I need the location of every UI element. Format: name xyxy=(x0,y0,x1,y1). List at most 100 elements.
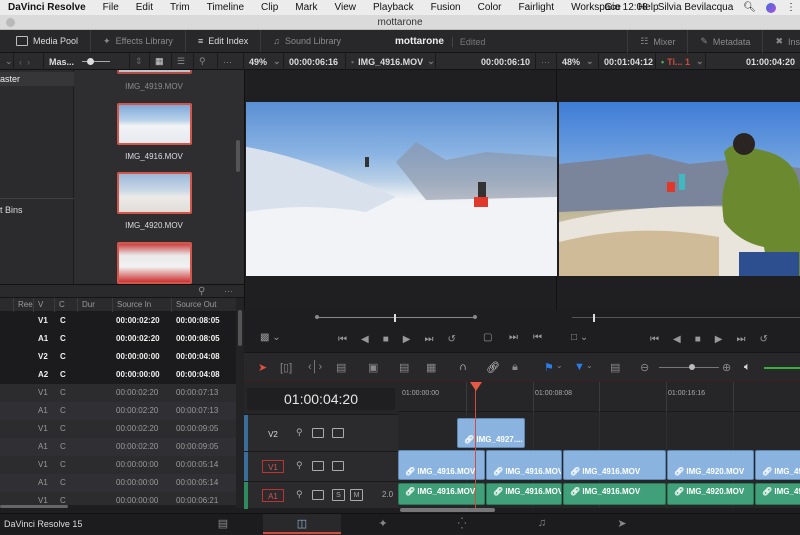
mark-out-icon[interactable]: ⏭ xyxy=(509,332,518,343)
clip-name[interactable]: IMG_4916.MOV xyxy=(94,152,214,161)
edit-index-button[interactable]: ≡ Edit Index xyxy=(186,30,262,52)
reverse-icon[interactable]: ◀ xyxy=(673,334,681,345)
overwrite-clip-icon[interactable]: ▤ xyxy=(399,361,409,374)
blade-tool-icon[interactable]: ▤ xyxy=(336,361,346,374)
menu-mark[interactable]: Mark xyxy=(295,2,317,13)
loop-icon[interactable]: ↺ xyxy=(447,334,455,345)
jump-end-icon[interactable]: ⏭ xyxy=(736,334,745,345)
selection-tool-icon[interactable]: ➤ xyxy=(258,361,267,374)
menu-edit[interactable]: Edit xyxy=(136,2,153,13)
source-clip-dropdown[interactable]: • IMG_4916.MOV ⌄ xyxy=(346,53,436,70)
track-header-v2[interactable]: V2 ⚲ xyxy=(244,414,398,452)
volume-meter[interactable] xyxy=(764,367,800,369)
bin-selector[interactable]: Mas... xyxy=(44,53,130,70)
clip-thumbnail[interactable] xyxy=(117,172,192,214)
snapping-icon[interactable]: ∩ xyxy=(459,361,467,373)
col-c[interactable]: C xyxy=(54,298,77,312)
mute-button[interactable]: M xyxy=(350,489,363,501)
track-label[interactable]: A1 xyxy=(262,489,284,502)
col-v[interactable]: V xyxy=(33,298,54,312)
clip-thumbnail[interactable] xyxy=(117,103,192,145)
col-reel[interactable]: Ree xyxy=(13,298,33,312)
page-fairlight-icon[interactable]: ♫ xyxy=(527,517,557,532)
edit-index-row[interactable]: A2 C 00:00:00:00 00:00:04:08 xyxy=(0,366,236,384)
mixer-button[interactable]: ☷ Mixer xyxy=(627,30,687,53)
source-playhead-handle[interactable] xyxy=(394,314,396,322)
linked-selection-icon[interactable]: 🔗︎ xyxy=(486,361,500,374)
sort-icon[interactable]: ⇕ xyxy=(130,53,150,70)
replace-clip-icon[interactable]: ▦ xyxy=(426,361,436,374)
position-lock-icon[interactable]: 🔒︎ xyxy=(512,361,518,374)
track-label[interactable]: V1 xyxy=(262,460,284,473)
solo-button[interactable]: S xyxy=(332,489,345,501)
stop-icon[interactable]: ■ xyxy=(695,334,701,345)
clip-thumbnail[interactable] xyxy=(117,70,192,74)
window-close-button[interactable] xyxy=(6,18,15,27)
playhead-handle[interactable] xyxy=(470,382,482,391)
trim-tool-icon[interactable]: [▯] xyxy=(280,361,292,374)
bin-master[interactable]: aster xyxy=(0,72,74,86)
timeline-clip-a1[interactable]: 🔗︎ IMG_4916.MOV xyxy=(398,483,485,505)
timeline-zoom-handle[interactable] xyxy=(689,364,695,370)
clip-thumbnail[interactable] xyxy=(117,242,192,284)
clock[interactable]: Gio 12:08 xyxy=(604,2,647,13)
clip-name[interactable]: IMG_4919.MOV xyxy=(94,82,214,91)
loop-icon[interactable]: ↺ xyxy=(759,334,767,345)
timeline-clip-v1[interactable]: 🔗︎ IMG_4916.MOV xyxy=(563,450,666,480)
more-options-icon[interactable]: ··· xyxy=(218,53,244,70)
match-frame-icon[interactable]: ▢ xyxy=(483,332,492,343)
search-icon[interactable]: ⚲ xyxy=(194,53,218,70)
menu-trim[interactable]: Trim xyxy=(170,2,190,13)
stop-icon[interactable]: ■ xyxy=(383,334,389,345)
timeline-dropdown[interactable]: • Ti... 1 ⌄ xyxy=(656,53,706,70)
inspector-button[interactable]: ✖ Ins xyxy=(762,30,800,53)
media-pool-button[interactable]: Media Pool xyxy=(0,30,92,52)
timeline-clip-a1[interactable]: 🔗︎ IMG_49 xyxy=(755,483,800,505)
menu-fairlight[interactable]: Fairlight xyxy=(519,2,555,13)
edit-index-row[interactable]: V1 C 00:00:02:20 00:00:07:13 xyxy=(0,384,236,402)
list-view-icon[interactable]: ☰ xyxy=(172,53,194,70)
lock-icon[interactable]: ⚲ xyxy=(296,427,303,438)
page-media-icon[interactable]: ▤ xyxy=(208,517,238,532)
chevron-down-icon[interactable]: ⌄ xyxy=(586,361,593,370)
source-zoom-dropdown[interactable]: 49% ⌄ xyxy=(244,53,284,70)
edit-index-row[interactable]: A1 C 00:00:00:00 00:00:05:14 xyxy=(0,474,236,492)
more-options-icon[interactable]: ··· xyxy=(224,286,233,296)
menu-app-name[interactable]: DaVinci Resolve xyxy=(8,2,86,13)
insert-clip-icon[interactable]: ▣ xyxy=(368,361,378,374)
nav-back-forward[interactable]: ‹ › xyxy=(14,53,44,70)
blade-dynamic-trim-icon[interactable]: ‹│› xyxy=(308,361,322,373)
user-name[interactable]: Silvia Bevilacqua xyxy=(658,2,734,13)
media-pool-scrollbar[interactable] xyxy=(236,140,240,172)
timeline-clip-v1[interactable]: 🔗︎ IMG_4916.MOV xyxy=(398,450,485,480)
smart-bins-header[interactable]: t Bins xyxy=(0,205,23,215)
timeline-scrollbar[interactable] xyxy=(400,508,495,512)
edit-index-row[interactable]: V1 C 00:00:00:00 00:00:06:21 xyxy=(0,492,236,505)
grid-view-icon[interactable]: ▦ xyxy=(150,53,172,70)
page-edit-icon[interactable]: ◫ xyxy=(287,517,317,532)
col-source-in[interactable]: Source In xyxy=(112,298,171,312)
timeline-video-frame[interactable] xyxy=(559,102,800,276)
timeline-view-options-icon[interactable]: ▤ xyxy=(610,361,620,374)
speaker-icon[interactable]: 🔈︎ xyxy=(744,361,751,374)
timeline-clip-a1[interactable]: 🔗︎ IMG_4916.MOV xyxy=(486,483,562,505)
timeline-clip-v1[interactable]: 🔗︎ IMG_49 xyxy=(755,450,800,480)
auto-select-icon[interactable] xyxy=(312,461,324,471)
edit-index-row[interactable]: V2 C 00:00:00:00 00:00:04:08 xyxy=(0,348,236,366)
jump-start-icon[interactable]: ⏮ xyxy=(338,334,347,345)
menu-view[interactable]: View xyxy=(335,2,357,13)
search-icon[interactable]: ⚲ xyxy=(198,286,205,297)
jump-start-icon[interactable]: ⏮ xyxy=(650,334,659,345)
zoom-in-icon[interactable]: ⊕ xyxy=(722,361,731,374)
menu-color[interactable]: Color xyxy=(478,2,502,13)
col-dur[interactable]: Dur xyxy=(77,298,112,312)
track-header-a1[interactable]: A1 ⚲ S M 2.0 xyxy=(244,481,398,509)
lock-icon[interactable]: ⚲ xyxy=(296,489,303,500)
reverse-icon[interactable]: ◀ xyxy=(361,334,369,345)
timeline-zoom-dropdown[interactable]: 48% ⌄ xyxy=(557,53,599,70)
thumbnail-size-slider[interactable] xyxy=(82,58,111,65)
edit-index-row[interactable]: V1 C 00:00:02:20 00:00:08:05 xyxy=(0,312,236,330)
siri-icon[interactable] xyxy=(766,2,776,13)
source-in-marker[interactable] xyxy=(315,315,319,319)
track-enable-icon[interactable] xyxy=(332,461,344,471)
